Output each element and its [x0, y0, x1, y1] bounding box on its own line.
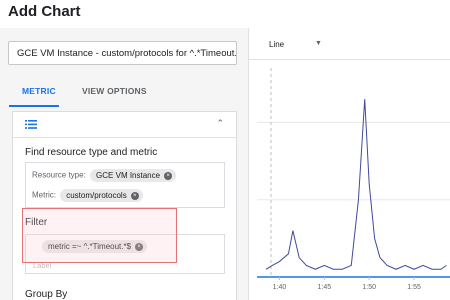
chart-editor-panel: GCE VM Instance - custom/protocols for ^…	[0, 28, 248, 300]
resource-section-title: Find resource type and metric	[25, 147, 158, 158]
list-icon	[25, 120, 37, 129]
x-tick-label: 1:45	[318, 284, 332, 291]
label-input-placeholder[interactable]: Label	[33, 261, 51, 270]
editor-tabs: METRIC VIEW OPTIONS	[0, 80, 248, 108]
chart-name-input[interactable]: GCE VM Instance - custom/protocols for ^…	[8, 41, 237, 65]
page-title: Add Chart	[8, 3, 81, 20]
filter-section-title: Filter	[25, 217, 48, 228]
x-tick-label: 1:50	[362, 284, 376, 291]
resource-type-value: GCE VM Instance	[96, 171, 161, 180]
resource-type-chip[interactable]: GCE VM Instance ×	[90, 169, 177, 182]
filter-row: metric =~ ^.*Timeout.*$ ×	[40, 240, 148, 253]
metric-value: custom/protocols	[66, 191, 127, 200]
metric-card: ⌃ Find resource type and metric Resource…	[12, 111, 237, 300]
line-chart: 1:40 1:45 1:50 1:55	[257, 68, 450, 291]
filter-chip[interactable]: metric =~ ^.*Timeout.*$ ×	[42, 240, 148, 253]
resource-type-label: Resource type:	[32, 170, 86, 180]
tab-view-options[interactable]: VIEW OPTIONS	[82, 86, 147, 96]
active-tab-indicator	[9, 105, 59, 107]
group-by-title: Group By	[25, 289, 68, 300]
x-tick-label: 1:55	[407, 284, 421, 291]
metric-chip[interactable]: custom/protocols ×	[60, 189, 143, 202]
resource-type-row: Resource type: GCE VM Instance ×	[32, 169, 177, 182]
x-tick-label: 1:40	[273, 284, 287, 291]
remove-filter-icon[interactable]: ×	[135, 242, 144, 251]
filter-box[interactable]: metric =~ ^.*Timeout.*$ × Label	[25, 234, 225, 274]
series-line	[265, 99, 447, 270]
filter-chip-label: metric =~ ^.*Timeout.*$	[48, 242, 132, 251]
remove-metric-icon[interactable]: ×	[130, 191, 139, 200]
resource-metric-box[interactable]: Resource type: GCE VM Instance × Metric: …	[25, 162, 225, 208]
title-bar: Add Chart	[0, 0, 450, 28]
chevron-up-icon[interactable]: ⌃	[216, 118, 224, 129]
chart-preview-panel: Line ▼ 1:40 1:45 1:50 1:55	[249, 28, 450, 300]
metric-row: Metric: custom/protocols ×	[32, 189, 143, 202]
tab-metric[interactable]: METRIC	[22, 86, 56, 96]
metric-label: Metric:	[32, 190, 56, 200]
metric-card-header[interactable]: ⌃	[13, 112, 236, 138]
remove-resource-type-icon[interactable]: ×	[164, 171, 173, 180]
